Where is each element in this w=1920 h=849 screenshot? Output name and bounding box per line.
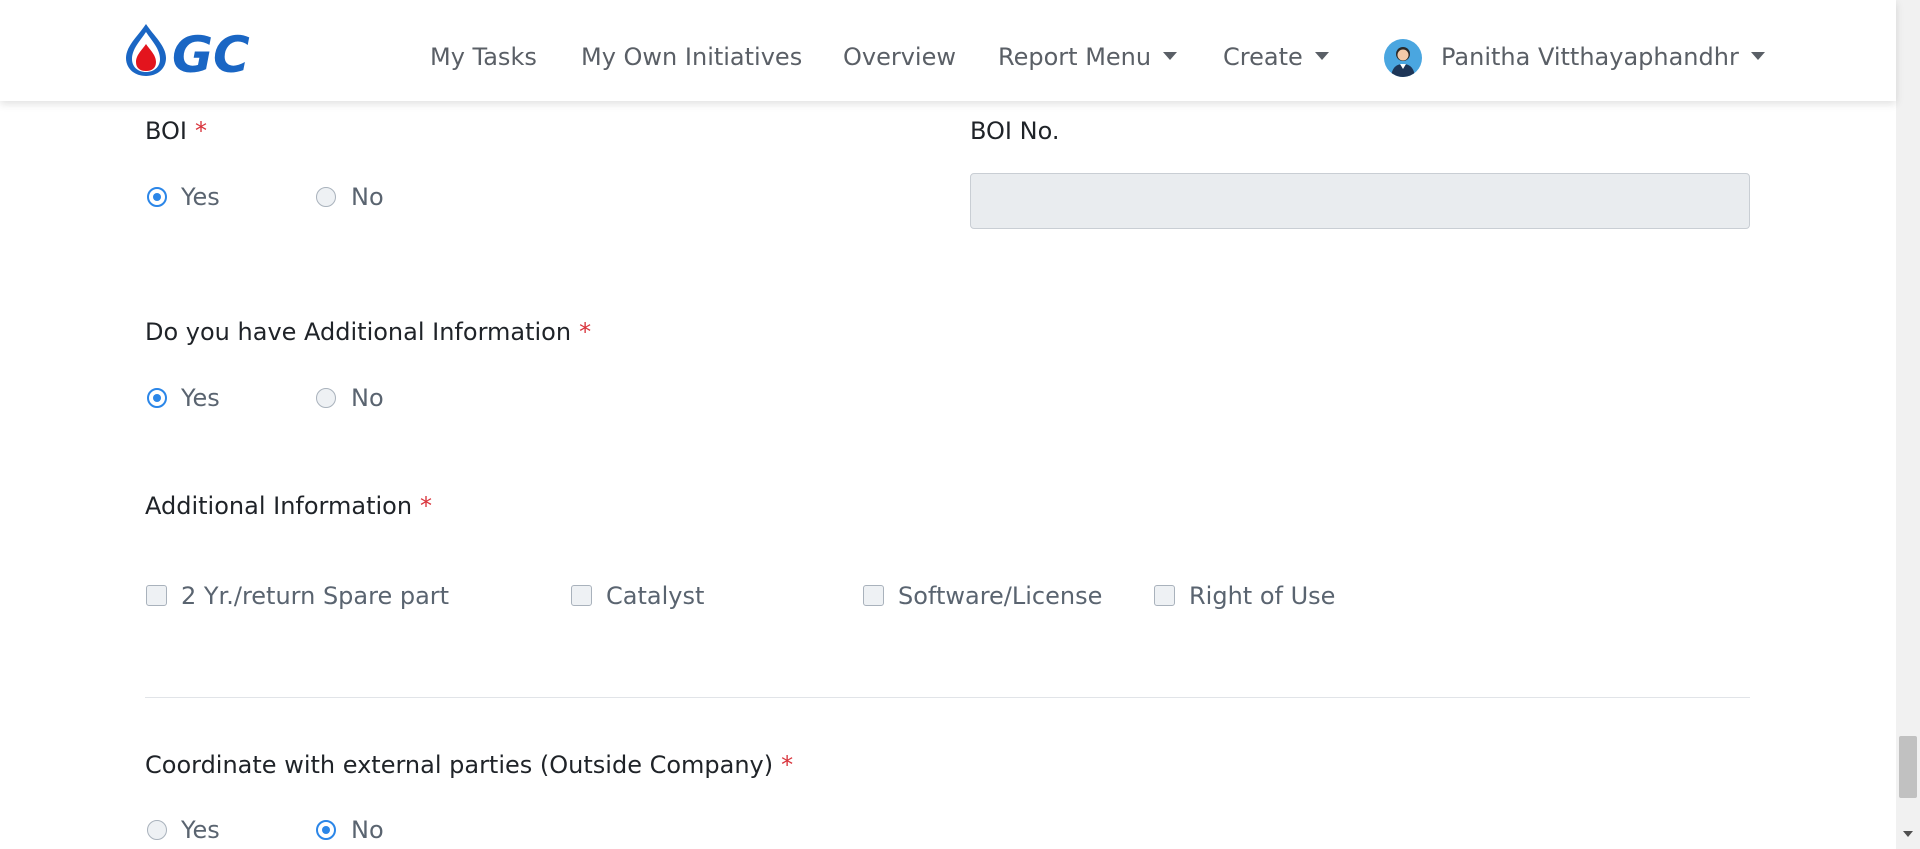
svg-text:GC: GC bbox=[172, 26, 250, 78]
gc-logo[interactable]: GC bbox=[124, 22, 292, 84]
boi-yes-radio[interactable] bbox=[147, 187, 167, 207]
user-avatar[interactable] bbox=[1384, 39, 1422, 77]
has-additional-yes-label[interactable]: Yes bbox=[181, 382, 220, 414]
has-additional-no-radio[interactable] bbox=[316, 388, 336, 408]
nav-report-menu-label: Report Menu bbox=[998, 43, 1152, 71]
user-menu[interactable]: Panitha Vitthayaphandhr bbox=[1441, 40, 1765, 74]
chevron-down-icon bbox=[1314, 52, 1329, 60]
coordinate-yes-radio[interactable] bbox=[147, 820, 167, 840]
boi-yes-label[interactable]: Yes bbox=[181, 181, 220, 213]
required-mark: * bbox=[195, 117, 208, 145]
logo-icon: GC bbox=[126, 24, 250, 84]
nav-overview-label: Overview bbox=[843, 43, 956, 71]
spare-part-label[interactable]: 2 Yr./return Spare part bbox=[181, 580, 449, 612]
nav-overview[interactable]: Overview bbox=[843, 40, 956, 74]
software-license-label[interactable]: Software/License bbox=[898, 580, 1102, 612]
boi-no-label[interactable]: No bbox=[351, 181, 384, 213]
additional-info-label: Additional Information * bbox=[145, 490, 432, 522]
boi-label-text: BOI bbox=[145, 117, 188, 145]
nav-create[interactable]: Create bbox=[1223, 40, 1329, 74]
coordinate-no-radio[interactable] bbox=[316, 820, 336, 840]
has-additional-no-label[interactable]: No bbox=[351, 382, 384, 414]
required-mark: * bbox=[781, 751, 794, 779]
scroll-down-arrow-icon[interactable] bbox=[1903, 831, 1913, 837]
page-scrollbar[interactable] bbox=[1896, 0, 1920, 849]
required-mark: * bbox=[579, 318, 592, 346]
required-mark: * bbox=[420, 492, 433, 520]
nav-my-tasks[interactable]: My Tasks bbox=[430, 40, 537, 74]
boi-no-input[interactable] bbox=[970, 173, 1750, 229]
right-of-use-checkbox[interactable] bbox=[1154, 585, 1175, 606]
nav-report-menu[interactable]: Report Menu bbox=[998, 40, 1178, 74]
scrollbar-thumb[interactable] bbox=[1899, 736, 1917, 798]
boi-no-field-label: BOI No. bbox=[970, 117, 1060, 145]
spare-part-checkbox[interactable] bbox=[146, 585, 167, 606]
has-additional-label-text: Do you have Additional Information bbox=[145, 318, 572, 346]
nav-my-tasks-label: My Tasks bbox=[430, 43, 537, 71]
software-license-checkbox[interactable] bbox=[863, 585, 884, 606]
nav-my-own-initiatives-label: My Own Initiatives bbox=[581, 43, 803, 71]
right-of-use-label[interactable]: Right of Use bbox=[1189, 580, 1335, 612]
nav-create-label: Create bbox=[1223, 43, 1303, 71]
user-icon bbox=[1391, 47, 1415, 77]
nav-my-own-initiatives[interactable]: My Own Initiatives bbox=[581, 40, 802, 74]
catalyst-checkbox[interactable] bbox=[571, 585, 592, 606]
has-additional-label: Do you have Additional Information * bbox=[145, 316, 591, 348]
catalyst-label[interactable]: Catalyst bbox=[606, 580, 704, 612]
chevron-down-icon bbox=[1750, 52, 1765, 60]
coordinate-yes-label[interactable]: Yes bbox=[181, 814, 220, 846]
additional-info-label-text: Additional Information bbox=[145, 492, 413, 520]
section-divider bbox=[145, 697, 1750, 698]
chevron-down-icon bbox=[1163, 52, 1178, 60]
coordinate-label: Coordinate with external parties (Outsid… bbox=[145, 749, 793, 781]
boi-no-radio[interactable] bbox=[316, 187, 336, 207]
top-navbar: GC My Tasks My Own Initiatives Overview … bbox=[0, 0, 1896, 101]
coordinate-label-text: Coordinate with external parties (Outsid… bbox=[145, 751, 774, 779]
boi-label: BOI * bbox=[145, 115, 207, 147]
user-name: Panitha Vitthayaphandhr bbox=[1441, 43, 1739, 71]
coordinate-no-label[interactable]: No bbox=[351, 814, 384, 846]
has-additional-yes-radio[interactable] bbox=[147, 388, 167, 408]
